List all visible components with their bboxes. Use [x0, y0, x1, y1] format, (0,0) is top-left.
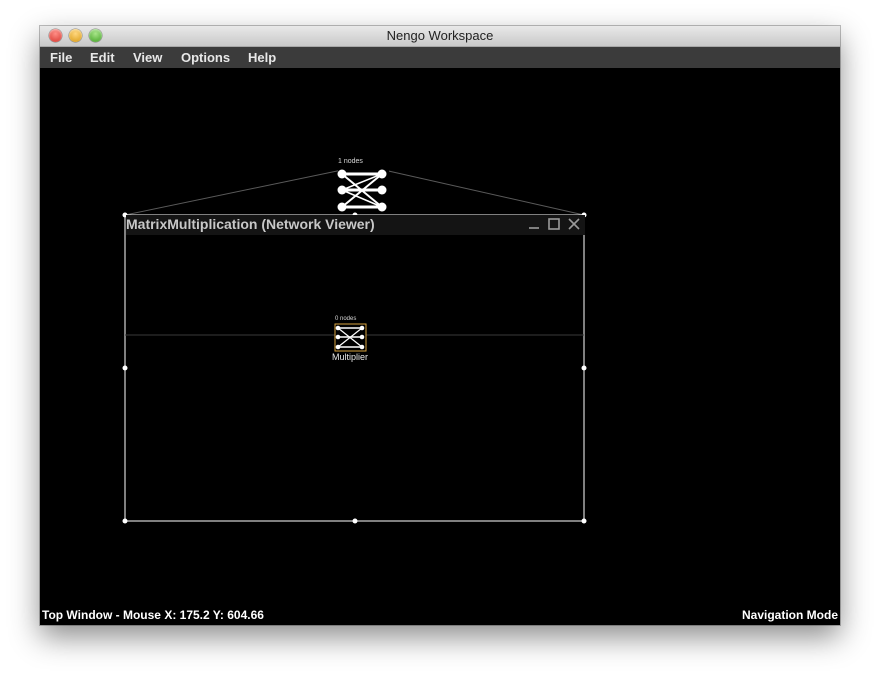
- network-node-icon[interactable]: [337, 168, 390, 214]
- menu-bar: File Edit View Options Help: [40, 47, 840, 68]
- close-icon[interactable]: [567, 217, 581, 231]
- resize-handle-s[interactable]: [352, 518, 358, 524]
- link-line-right: [383, 169, 585, 216]
- top-network-node-count: 1 nodes: [338, 158, 363, 165]
- minimize-icon[interactable]: [527, 217, 541, 231]
- status-mode: Navigation Mode: [741, 608, 838, 622]
- status-mouse-position: Top Window - Mouse X: 175.2 Y: 604.66: [42, 608, 264, 622]
- workspace-graphics: [122, 168, 587, 524]
- maximize-icon[interactable]: [547, 217, 561, 231]
- menu-options[interactable]: Options: [181, 47, 230, 68]
- app-window: Nengo Workspace File Edit View Options H…: [40, 26, 840, 625]
- menu-file[interactable]: File: [50, 47, 72, 68]
- minimize-window-button[interactable]: [69, 29, 82, 42]
- viewer-title: MatrixMultiplication (Network Viewer): [126, 216, 375, 232]
- resize-handle-e[interactable]: [581, 365, 587, 371]
- resize-handle-w[interactable]: [122, 365, 128, 371]
- zoom-window-button[interactable]: [89, 29, 102, 42]
- window-title: Nengo Workspace: [386, 28, 494, 43]
- menu-edit[interactable]: Edit: [90, 47, 115, 68]
- resize-handle-se[interactable]: [581, 518, 587, 524]
- workspace-canvas[interactable]: MatrixMultiplication (Network Viewer) 1 …: [40, 68, 840, 625]
- resize-handle-sw[interactable]: [122, 518, 128, 524]
- close-window-button[interactable]: [49, 29, 62, 42]
- multiplier-label: Multiplier: [332, 352, 369, 362]
- menu-view[interactable]: View: [133, 47, 162, 68]
- link-line-left: [124, 169, 343, 216]
- viewer-frame[interactable]: [124, 214, 585, 522]
- multiplier-node-count: 0 nodes: [335, 316, 357, 322]
- title-bar[interactable]: Nengo Workspace: [40, 26, 840, 47]
- multiplier-node-icon[interactable]: [334, 323, 367, 352]
- menu-help[interactable]: Help: [248, 47, 276, 68]
